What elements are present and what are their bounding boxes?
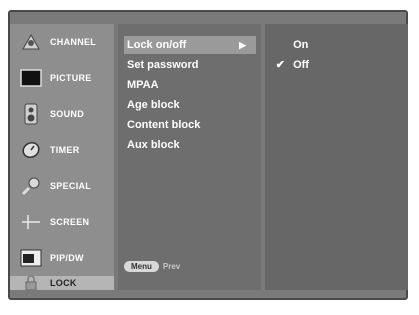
screen-icon: [18, 211, 44, 233]
checkmark-icon: ✔: [275, 59, 285, 71]
sidebar-item-pipdw[interactable]: PIP/DW: [10, 240, 114, 276]
menu-item-age-block[interactable]: Age block: [124, 96, 256, 114]
sidebar-item-label: SCREEN: [50, 217, 90, 227]
lock-options-panel: On ✔ Off: [265, 24, 408, 290]
lock-submenu: Lock on/off ▶ Set password MPAA Age bloc…: [118, 24, 261, 290]
menu-item-mpaa[interactable]: MPAA: [124, 76, 256, 94]
menu-item-aux-block[interactable]: Aux block: [124, 136, 256, 154]
sound-icon: [18, 103, 44, 125]
option-label: Off: [293, 59, 309, 71]
lock-icon: [18, 272, 44, 294]
pip-icon: [18, 247, 44, 269]
prev-hint-label: Prev: [162, 261, 181, 271]
sidebar-item-channel[interactable]: CHANNEL: [10, 24, 114, 60]
sidebar-item-sound[interactable]: SOUND: [10, 96, 114, 132]
sidebar-item-label: CHANNEL: [50, 37, 97, 47]
sidebar-item-label: SOUND: [50, 109, 85, 119]
channel-icon: [18, 31, 44, 53]
sidebar-item-label: PICTURE: [50, 73, 92, 83]
sidebar-item-screen[interactable]: SCREEN: [10, 204, 114, 240]
sidebar-item-special[interactable]: SPECIAL: [10, 168, 114, 204]
menu-item-set-password[interactable]: Set password: [124, 56, 256, 74]
menu-item-label: Content block: [127, 119, 201, 131]
menu-item-label: Age block: [127, 99, 180, 111]
sidebar: CHANNEL PICTURE SOUND TIMER SPECIAL SCRE…: [10, 24, 114, 290]
sidebar-item-picture[interactable]: PICTURE: [10, 60, 114, 96]
menu-item-label: MPAA: [127, 79, 159, 91]
menu-item-label: Aux block: [127, 139, 180, 151]
menu-item-label: Set password: [127, 59, 199, 71]
arrow-right-icon: ▶: [239, 40, 246, 50]
option-off[interactable]: ✔ Off: [265, 56, 395, 74]
menu-item-label: Lock on/off: [127, 39, 187, 51]
menu-item-content-block[interactable]: Content block: [124, 116, 256, 134]
sidebar-item-lock[interactable]: LOCK: [10, 276, 114, 290]
menu-key-badge: Menu: [124, 260, 159, 272]
navigation-hint: Menu Prev: [124, 258, 180, 274]
sidebar-item-timer[interactable]: TIMER: [10, 132, 114, 168]
option-label: On: [293, 39, 309, 51]
menu-item-lock-on-off[interactable]: Lock on/off ▶: [124, 36, 256, 54]
option-on[interactable]: On: [265, 36, 395, 54]
sidebar-item-label: SPECIAL: [50, 181, 92, 191]
sidebar-item-label: PIP/DW: [50, 253, 84, 263]
sidebar-item-label: TIMER: [50, 145, 80, 155]
special-icon: [18, 175, 44, 197]
sidebar-item-label: LOCK: [50, 278, 77, 288]
picture-icon: [18, 67, 44, 89]
timer-icon: [18, 139, 44, 161]
